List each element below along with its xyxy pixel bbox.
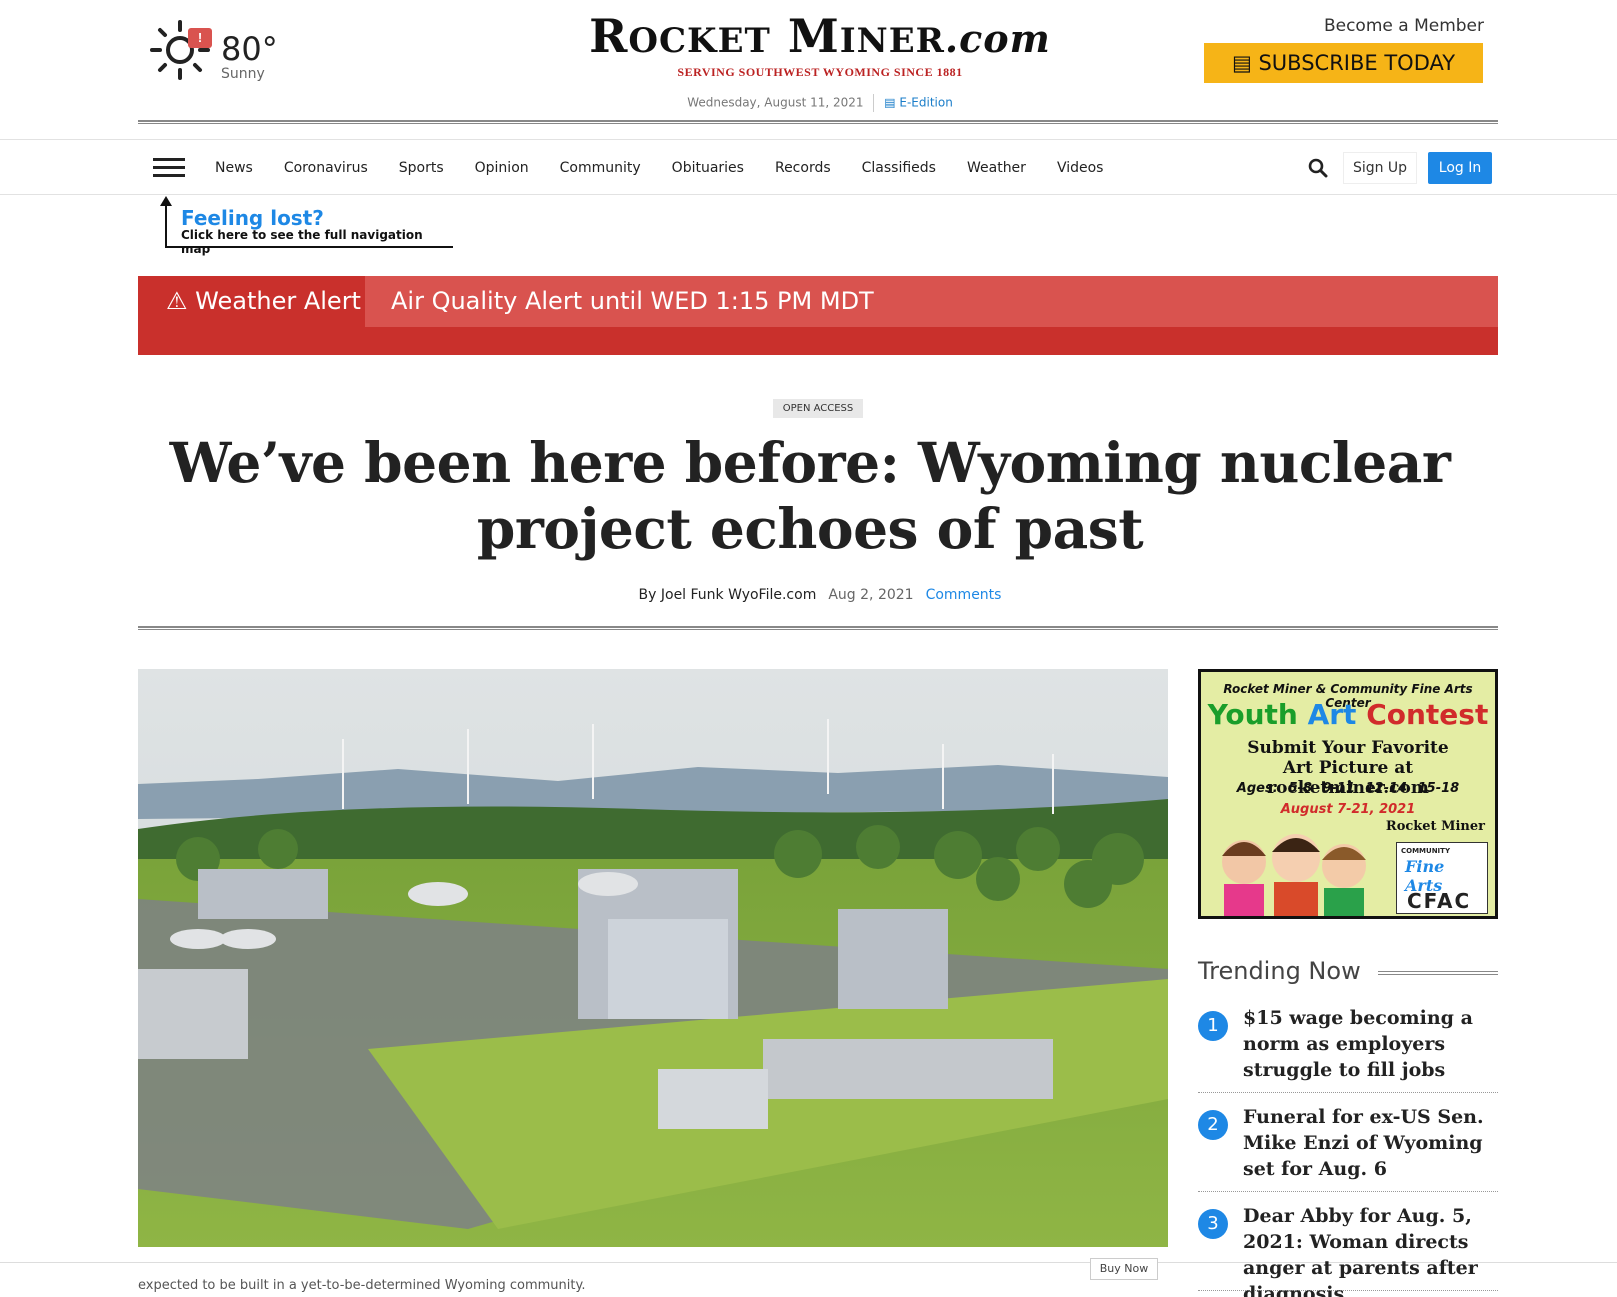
alert-triangle-icon[interactable]: ! <box>188 28 212 48</box>
logo-letter: M <box>787 9 840 63</box>
ad-title-word: Youth <box>1207 698 1298 731</box>
nav-item-obituaries[interactable]: Obituaries <box>672 160 744 176</box>
current-date: Wednesday, August 11, 2021 <box>687 95 864 110</box>
login-button[interactable]: Log In <box>1428 152 1492 184</box>
arrow-up-icon <box>160 196 172 206</box>
masthead: ROCKET MINER.com SERVING SOUTHWEST WYOMI… <box>560 10 1080 112</box>
become-member-link[interactable]: Become a Member <box>1204 16 1484 36</box>
youth-art-contest-ad[interactable]: Rocket Miner & Community Fine Arts Cente… <box>1198 669 1498 919</box>
logo-word: OCKET <box>628 21 771 61</box>
article-byline: By Joel Funk WyoFile.com Aug 2, 2021 Comme… <box>560 587 1080 603</box>
nav-item-community[interactable]: Community <box>560 160 641 176</box>
newspaper-icon: ▤ <box>884 95 896 110</box>
lead-image[interactable] <box>138 669 1168 1247</box>
feeling-lost-title: Feeling lost? <box>181 206 324 230</box>
access-badge: OPEN ACCESS <box>773 399 863 418</box>
site-tagline: SERVING SOUTHWEST WYOMING SINCE 1881 <box>677 65 963 79</box>
trending-headline[interactable]: Funeral for ex-US Sen. Mike Enzi of Wyom… <box>1243 1104 1498 1182</box>
cfac-logo: COMMUNITY Fine Arts CFAC <box>1396 842 1488 914</box>
logo-domain: .com <box>944 16 1051 61</box>
comments-link[interactable]: Comments <box>926 587 1002 603</box>
nav-item-records[interactable]: Records <box>775 160 831 176</box>
feeling-lost-subtitle: Click here to see the full navigation ma… <box>181 228 423 256</box>
menu-icon[interactable] <box>153 158 185 178</box>
weather-widget[interactable]: ! 80° Sunny <box>150 18 290 88</box>
weather-alert-message[interactable]: Air Quality Alert until WED 1:15 PM MDT <box>365 276 1498 327</box>
subscribe-button[interactable]: ▤ SUBSCRIBE TODAY <box>1204 43 1483 83</box>
trending-header: Trending Now <box>1198 957 1498 987</box>
nav-item-classifieds[interactable]: Classifieds <box>862 160 936 176</box>
site-logo[interactable]: ROCKET MINER.com <box>560 10 1080 67</box>
divider <box>873 94 875 112</box>
ad-title-word: Contest <box>1366 698 1489 731</box>
nuclear-plant-rendering <box>138 669 1168 1247</box>
logo-letter: R <box>589 9 629 63</box>
weather-alert-label: ⚠ Weather Alert <box>166 288 361 314</box>
trending-title: Trending Now <box>1198 957 1369 985</box>
divider <box>1378 971 1498 975</box>
trending-item[interactable]: 2 Funeral for ex-US Sen. Mike Enzi of Wy… <box>1198 1104 1498 1192</box>
nav-item-videos[interactable]: Videos <box>1057 160 1104 176</box>
nav-item-coronavirus[interactable]: Coronavirus <box>284 160 368 176</box>
trending-rank: 1 <box>1198 1011 1228 1041</box>
subscribe-label: SUBSCRIBE TODAY <box>1258 51 1456 75</box>
member-box: Become a Member ▤ SUBSCRIBE TODAY <box>1204 16 1484 83</box>
ad-brand: Rocket Miner <box>1385 819 1485 834</box>
kids-photo <box>1222 834 1366 916</box>
nav-items: News Coronavirus Sports Opinion Communit… <box>215 140 1134 196</box>
cfac-name: CFAC <box>1407 889 1472 913</box>
trending-headline[interactable]: $15 wage becoming a norm as employers st… <box>1243 1005 1498 1083</box>
nav-item-opinion[interactable]: Opinion <box>475 160 529 176</box>
article-headline: We’ve been here before: Wyoming nuclear … <box>169 430 1451 561</box>
weather-alert-banner[interactable]: ⚠ Weather Alert Air Quality Alert until … <box>138 276 1498 355</box>
nav-item-weather[interactable]: Weather <box>967 160 1026 176</box>
trending-rank: 3 <box>1198 1209 1228 1239</box>
trending-item[interactable]: 1 $15 wage becoming a norm as employers … <box>1198 1005 1498 1093</box>
ad-title-word: Art <box>1307 698 1357 731</box>
ad-dates: August 7-21, 2021 <box>1280 802 1416 817</box>
signup-button[interactable]: Sign Up <box>1343 152 1417 184</box>
ad-age-groups: Ages: 5-8 9-11 12-14 15-18 <box>1236 781 1460 796</box>
alert-triangle-icon: ⚠ <box>166 287 188 315</box>
eedition-label: E-Edition <box>899 95 953 110</box>
logo-word: INER <box>839 21 945 61</box>
temperature: 80° <box>221 30 278 68</box>
weather-condition: Sunny <box>221 66 265 82</box>
weather-alert-text: Weather Alert <box>195 287 361 315</box>
nav-item-news[interactable]: News <box>215 160 253 176</box>
buy-now-button[interactable]: Buy Now <box>1090 1258 1158 1280</box>
trending-item[interactable]: 3 Dear Abby for Aug. 5, 2021: Woman dire… <box>1198 1203 1498 1297</box>
ad-title: Youth Art Contest <box>1201 698 1495 731</box>
eedition-link[interactable]: ▤ E-Edition <box>884 96 953 110</box>
newspaper-icon: ▤ <box>1231 51 1252 75</box>
publish-date: Aug 2, 2021 <box>828 587 914 603</box>
author[interactable]: By Joel Funk WyoFile.com <box>639 587 817 603</box>
search-icon[interactable] <box>1308 158 1328 178</box>
article-rule <box>138 626 1498 630</box>
navigation-map-link[interactable]: Feeling lost? Click here to see the full… <box>160 196 453 256</box>
main-nav: News Coronavirus Sports Opinion Communit… <box>0 139 1617 195</box>
nav-item-sports[interactable]: Sports <box>399 160 444 176</box>
dateline: Wednesday, August 11, 2021 ▤ E-Edition <box>560 94 1080 112</box>
header-rule <box>138 120 1498 124</box>
cfac-top-label: COMMUNITY <box>1401 847 1451 855</box>
trending-headline[interactable]: Dear Abby for Aug. 5, 2021: Woman direct… <box>1243 1203 1498 1297</box>
trending-rank: 2 <box>1198 1110 1228 1140</box>
ad-cta-line: Submit Your Favorite <box>1247 738 1449 758</box>
